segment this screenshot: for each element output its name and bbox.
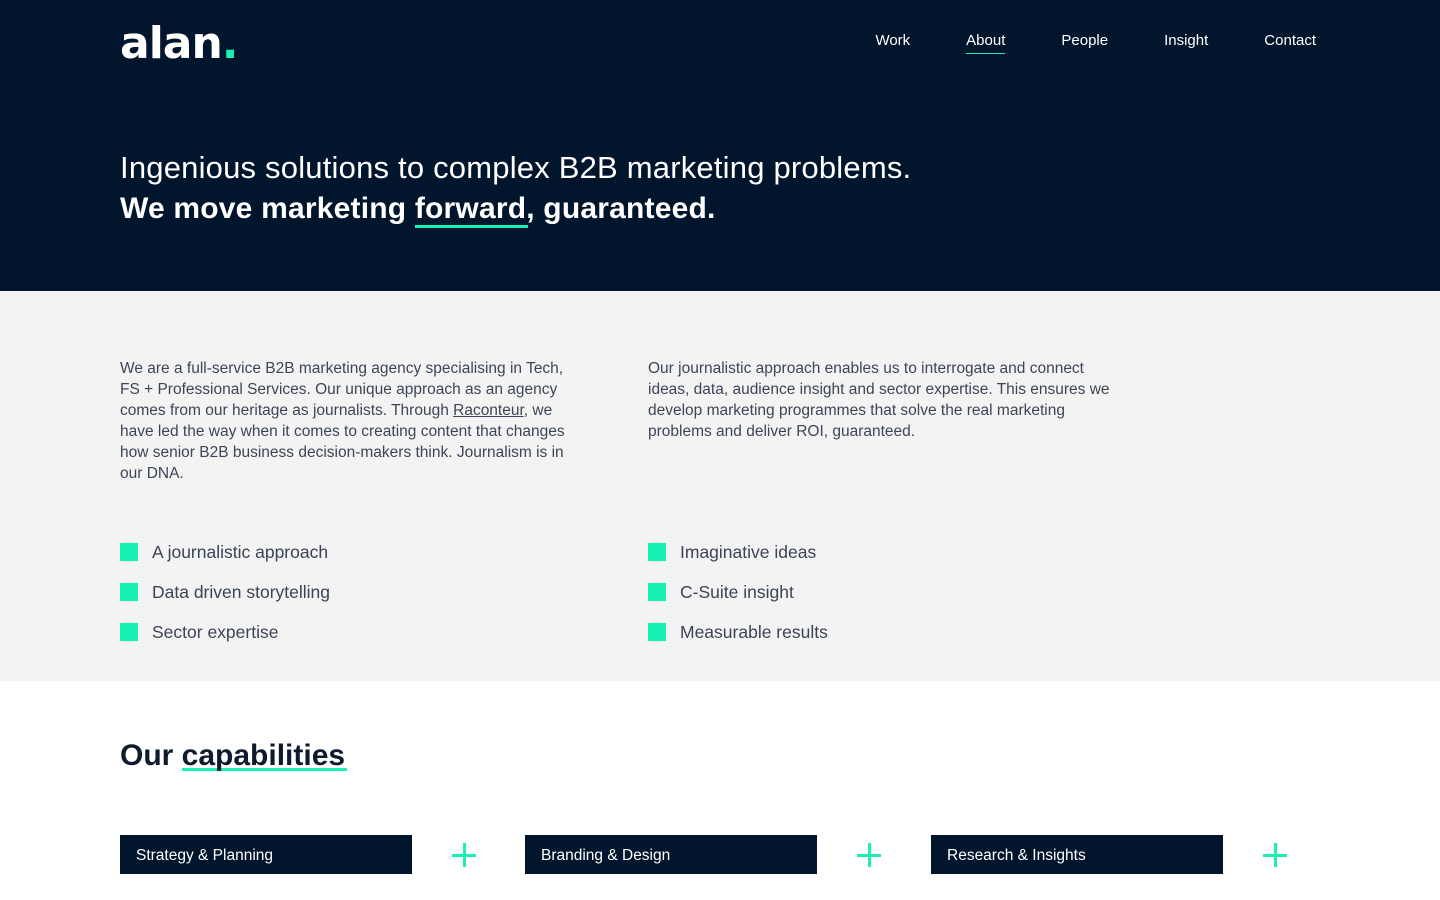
alan-logo[interactable]: alan. <box>120 18 238 69</box>
bullet-square-icon <box>120 623 138 641</box>
capability-strategy-planning[interactable]: Strategy & Planning <box>120 835 412 874</box>
bullet-square-icon <box>648 583 666 601</box>
feature-label: A journalistic approach <box>152 541 329 562</box>
raconteur-link[interactable]: Raconteur <box>453 402 524 419</box>
feature-label: Data driven storytelling <box>152 581 330 602</box>
hero-header: alan. Work About People Insight Contact … <box>0 0 1440 291</box>
features-list-left: A journalistic approach Data driven stor… <box>120 532 330 652</box>
nav-contact[interactable]: Contact <box>1264 32 1316 54</box>
slogan-highlight: forward <box>414 188 529 230</box>
logo-dot: . <box>221 18 239 69</box>
feature-item: A journalistic approach <box>120 532 330 572</box>
capabilities-heading: Our capabilities <box>120 739 348 773</box>
capabilities-highlight-text: capabilities <box>181 739 346 772</box>
expand-plus-icon[interactable] <box>857 843 881 867</box>
feature-item: C-Suite insight <box>648 572 828 612</box>
slogan-highlight-text: forward <box>414 192 527 225</box>
nav-about[interactable]: About <box>966 32 1006 54</box>
capabilities-heading-start: Our <box>120 739 182 772</box>
nav-people[interactable]: People <box>1061 32 1108 54</box>
bullet-square-icon <box>120 583 138 601</box>
features-list-right: Imaginative ideas C-Suite insight Measur… <box>648 532 828 652</box>
feature-label: C-Suite insight <box>680 581 794 602</box>
bullet-square-icon <box>648 543 666 561</box>
feature-item: Data driven storytelling <box>120 572 330 612</box>
feature-label: Sector expertise <box>152 621 279 642</box>
slogan-start: We move marketing <box>120 192 415 225</box>
expand-plus-icon[interactable] <box>452 843 476 867</box>
bullet-square-icon <box>120 543 138 561</box>
slogan-end: , guaranteed. <box>526 192 716 225</box>
hero-tagline: Ingenious solutions to complex B2B marke… <box>120 150 912 185</box>
hero-headline: Ingenious solutions to complex B2B marke… <box>120 148 911 230</box>
feature-item: Imaginative ideas <box>648 532 828 572</box>
capabilities-section: Our capabilities Strategy & Planning Bra… <box>0 681 1440 900</box>
feature-label: Imaginative ideas <box>680 541 817 562</box>
feature-label: Measurable results <box>680 621 828 642</box>
hero-slogan: We move marketing forward, guaranteed. <box>120 188 911 230</box>
expand-plus-icon[interactable] <box>1263 843 1287 867</box>
logo-text: alan <box>120 18 223 69</box>
about-approach-paragraph: Our journalistic approach enables us to … <box>648 360 1110 440</box>
feature-item: Sector expertise <box>120 612 330 652</box>
nav-insight[interactable]: Insight <box>1164 32 1208 54</box>
about-intro-paragraph: We are a full-service B2B marketing agen… <box>120 358 580 484</box>
about-section: We are a full-service B2B marketing agen… <box>0 291 1440 681</box>
capability-branding-design[interactable]: Branding & Design <box>525 835 817 874</box>
nav-work[interactable]: Work <box>875 32 910 54</box>
capability-research-insights[interactable]: Research & Insights <box>931 835 1223 874</box>
capabilities-highlight: capabilities <box>181 739 348 773</box>
bullet-square-icon <box>648 623 666 641</box>
main-nav: Work About People Insight Contact <box>875 32 1316 54</box>
feature-item: Measurable results <box>648 612 828 652</box>
